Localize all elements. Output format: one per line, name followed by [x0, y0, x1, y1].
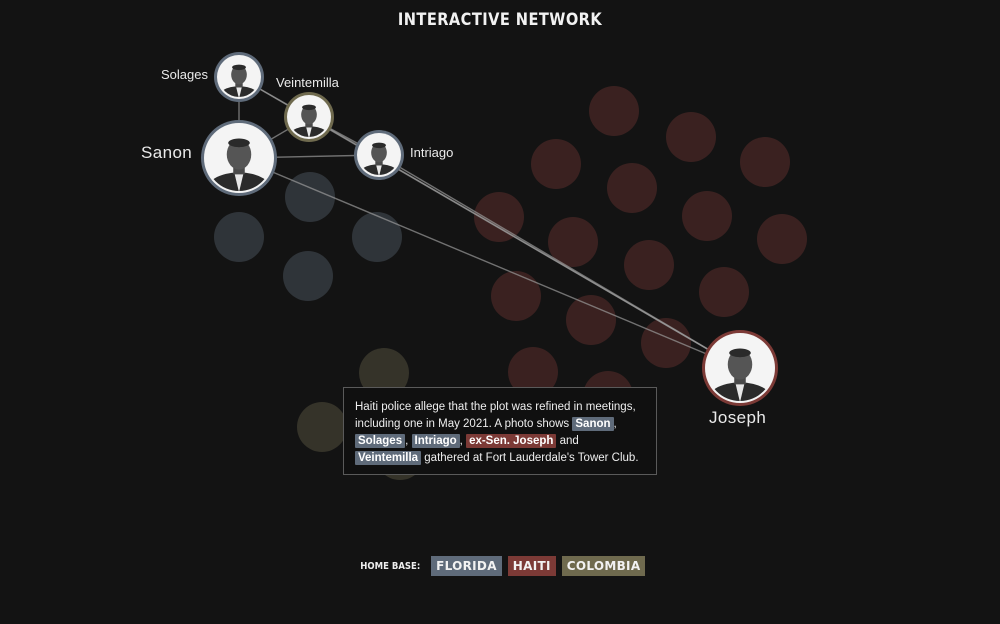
background-node[interactable] — [666, 112, 716, 162]
node-label-joseph[interactable]: Joseph — [709, 408, 766, 428]
home-base-legend: HOME BASE: FLORIDA HAITI COLOMBIA — [0, 556, 1000, 576]
background-node[interactable] — [682, 191, 732, 241]
caption-text: gathered at Fort Lauderdale's Tower Club… — [421, 452, 639, 464]
tag-joseph[interactable]: ex-Sen. Joseph — [466, 434, 557, 448]
tag-sanon[interactable]: Sanon — [572, 417, 614, 431]
background-node[interactable] — [531, 139, 581, 189]
tag-veintemilla[interactable]: Veintemilla — [355, 451, 422, 465]
legend-colombia[interactable]: COLOMBIA — [561, 556, 646, 576]
caption-sep: and — [556, 435, 579, 447]
background-node[interactable] — [699, 267, 749, 317]
background-node[interactable] — [607, 163, 657, 213]
background-node[interactable] — [283, 251, 333, 301]
background-node[interactable] — [740, 137, 790, 187]
node-sanon[interactable] — [201, 120, 277, 212]
background-node[interactable] — [589, 86, 639, 136]
background-node[interactable] — [624, 240, 674, 290]
background-node[interactable] — [352, 212, 402, 262]
node-label-sanon[interactable]: Sanon — [141, 143, 192, 163]
node-veintemilla[interactable] — [284, 92, 334, 152]
background-node[interactable] — [297, 402, 347, 452]
node-label-solages[interactable]: Solages — [161, 67, 208, 82]
legend-haiti[interactable]: HAITI — [507, 556, 556, 576]
tag-solages[interactable]: Solages — [355, 434, 406, 448]
background-node[interactable] — [757, 214, 807, 264]
tag-intriago[interactable]: Intriago — [411, 434, 460, 448]
legend-label: HOME BASE: — [359, 560, 420, 572]
background-node[interactable] — [566, 295, 616, 345]
background-node[interactable] — [491, 271, 541, 321]
legend-florida[interactable]: FLORIDA — [431, 556, 502, 576]
node-label-veintemilla[interactable]: Veintemilla — [276, 75, 339, 90]
node-label-intriago[interactable]: Intriago — [410, 145, 453, 160]
background-node[interactable] — [214, 212, 264, 262]
caption-sep: , — [613, 418, 617, 430]
caption-sep: , — [405, 435, 412, 447]
caption-box: Haiti police allege that the plot was re… — [343, 387, 657, 475]
node-intriago[interactable] — [354, 130, 404, 190]
background-node[interactable] — [285, 172, 335, 222]
page-title: INTERACTIVE NETWORK — [397, 10, 603, 30]
network-diagram — [201, 52, 807, 480]
